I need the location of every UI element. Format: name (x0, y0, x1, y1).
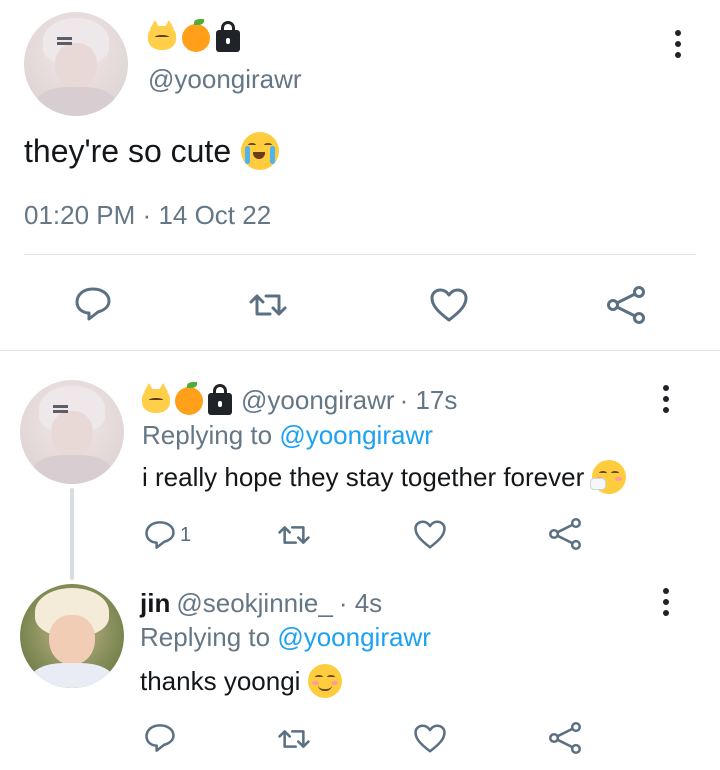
reply2-replying-prefix: Replying to (140, 622, 271, 652)
reply1-age: · 17s (399, 385, 458, 415)
cat-face-icon (142, 382, 170, 413)
thread-line (70, 488, 74, 580)
main-avatar[interactable] (24, 12, 128, 116)
main-time: 01:20 PM (24, 200, 136, 230)
reply2-replying-handle[interactable]: @yoongirawr (277, 622, 431, 652)
lock-icon (216, 21, 240, 52)
reply2-text: thanks yoongi (140, 664, 343, 698)
reply1-share-button[interactable] (548, 518, 582, 550)
main-handle[interactable]: @yoongirawr (148, 64, 302, 95)
sneezing-face-icon (590, 460, 627, 494)
reply2-age: · 4s (338, 588, 383, 618)
reply1-avatar[interactable] (20, 380, 124, 484)
smiling-face-icon (308, 664, 343, 698)
reply2-header: jin @seokjinnie_ · 4s (140, 588, 382, 619)
reply1-like-button[interactable] (413, 519, 447, 550)
reply1-replying-handle[interactable]: @yoongirawr (279, 420, 433, 450)
like-button[interactable] (429, 287, 469, 323)
share-icon (549, 722, 581, 754)
tangerine-icon (182, 19, 210, 52)
share-icon (607, 286, 645, 324)
reply1-text-content: i really hope they stay together forever (142, 461, 585, 492)
main-tweet-text-content: they're so cute (24, 132, 232, 169)
main-display-name[interactable] (148, 19, 240, 52)
reply1-replying-prefix: Replying to (142, 420, 273, 450)
tangerine-icon (175, 381, 203, 415)
reply-button[interactable] (74, 286, 112, 322)
main-separator: · (142, 200, 152, 230)
reply-icon (75, 287, 111, 321)
retweet-icon (278, 730, 310, 748)
reply-icon (145, 521, 175, 549)
reply1-display-name[interactable] (142, 381, 232, 415)
loudly-crying-face-icon (241, 132, 280, 170)
reply1-retweet-button[interactable] (277, 522, 311, 548)
main-divider (24, 254, 696, 255)
heart-icon (414, 724, 446, 753)
reply2-share-button[interactable] (548, 722, 582, 754)
cat-face-icon (148, 20, 176, 50)
reply1-text: i really hope they stay together forever (142, 460, 627, 494)
reply2-text-content: thanks yoongi (140, 665, 301, 696)
share-button[interactable] (606, 286, 646, 324)
reply2-handle[interactable]: @seokjinnie_ (176, 588, 332, 619)
main-date: 14 Oct 22 (158, 200, 272, 230)
reply2-more-icon[interactable] (656, 588, 676, 618)
retweet-button[interactable] (248, 290, 288, 320)
share-icon (549, 518, 581, 550)
section-divider (0, 350, 720, 351)
main-more-icon[interactable] (668, 30, 688, 60)
reply-icon (145, 724, 175, 752)
retweet-icon (278, 526, 310, 544)
reply2-display-name[interactable]: jin (140, 588, 170, 619)
reply2-retweet-button[interactable] (277, 726, 311, 752)
heart-icon (430, 288, 468, 322)
retweet-icon (249, 294, 287, 316)
reply1-header: @yoongirawr · 17s (142, 381, 458, 416)
reply1-replying-to: Replying to @yoongirawr (142, 420, 433, 451)
lock-icon (208, 383, 232, 415)
main-tweet-text: they're so cute (24, 132, 280, 170)
reply1-handle[interactable]: @yoongirawr (241, 385, 395, 416)
main-timestamp[interactable]: 01:20 PM · 14 Oct 22 (24, 200, 271, 231)
reply1-reply-count: 1 (180, 523, 192, 546)
reply2-avatar[interactable] (20, 584, 124, 688)
reply1-reply-button[interactable]: 1 (144, 519, 191, 551)
heart-icon (414, 520, 446, 549)
reply2-like-button[interactable] (413, 723, 447, 754)
reply2-reply-button[interactable] (144, 722, 176, 754)
reply1-more-icon[interactable] (656, 385, 676, 415)
reply2-replying-to: Replying to @yoongirawr (140, 622, 431, 653)
